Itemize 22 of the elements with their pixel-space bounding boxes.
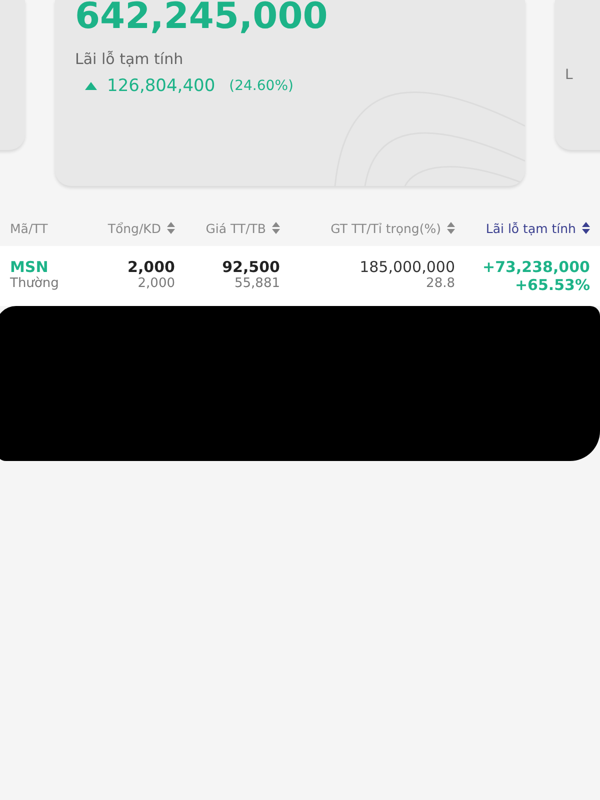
market-value: 185,000,000	[360, 258, 455, 276]
side-card[interactable]: L	[555, 0, 600, 150]
column-header[interactable]: GT TT/Tỉ trọng(%)	[280, 220, 455, 236]
market-price: 92,500	[222, 258, 280, 276]
pnl-percent: (24.60%)	[229, 78, 294, 94]
column-header[interactable]: Tổng/KD	[80, 220, 175, 236]
stock-symbol: MSN	[10, 258, 48, 276]
pnl-value: +73,238,000	[482, 258, 590, 276]
holding-row[interactable]: MSN Thường 2,000 2,000 92,500 55,881 185,000,000 28.8 +73,238,000 +65.53%	[0, 246, 600, 306]
column-header[interactable]: Giá TT/TB	[175, 220, 280, 236]
pnl-percent: +65.53%	[514, 276, 590, 294]
card-label: L	[565, 67, 573, 83]
total-quantity: 2,000	[128, 258, 175, 276]
column-header[interactable]: Lãi lỗ tạm tính	[455, 220, 590, 236]
column-header[interactable]: Mã/TT	[10, 220, 80, 236]
available-quantity: 2,000	[138, 276, 175, 291]
pnl-label: Lãi lỗ tạm tính	[75, 50, 184, 68]
stock-type: Thường	[10, 276, 59, 291]
pnl-value: 126,804,400	[107, 76, 216, 96]
average-price: 55,881	[234, 276, 280, 291]
total-value: 642,245,000	[75, 0, 329, 38]
weight-percent: 28.8	[426, 276, 455, 291]
